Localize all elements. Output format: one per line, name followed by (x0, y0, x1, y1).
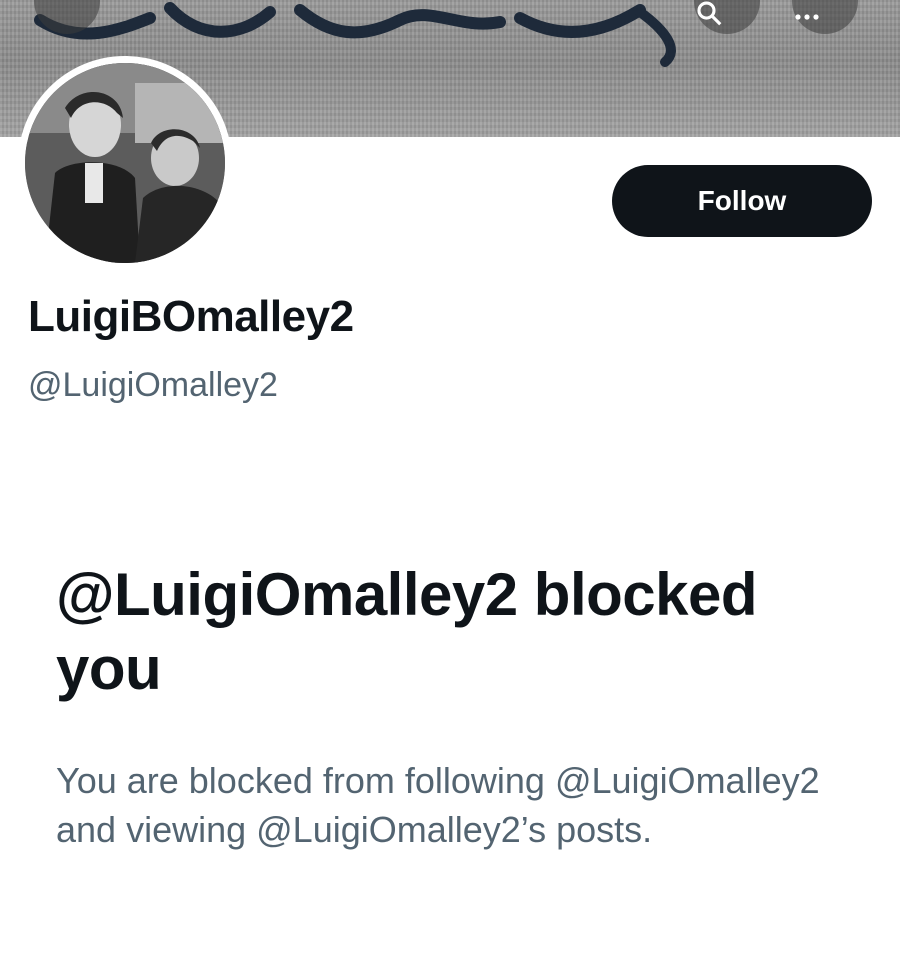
profile-page: Follow LuigiBOmalley2 @LuigiOmalley2 @Lu… (0, 0, 900, 961)
blocked-description: You are blocked from following @LuigiOma… (56, 760, 820, 850)
display-name: LuigiBOmalley2 (28, 292, 354, 341)
avatar-image (25, 63, 225, 263)
blocked-title: @LuigiOmalley2 blocked you (56, 561, 758, 702)
follow-button[interactable]: Follow (612, 165, 872, 237)
handle: @LuigiOmalley2 (28, 366, 278, 404)
avatar[interactable] (18, 56, 232, 270)
